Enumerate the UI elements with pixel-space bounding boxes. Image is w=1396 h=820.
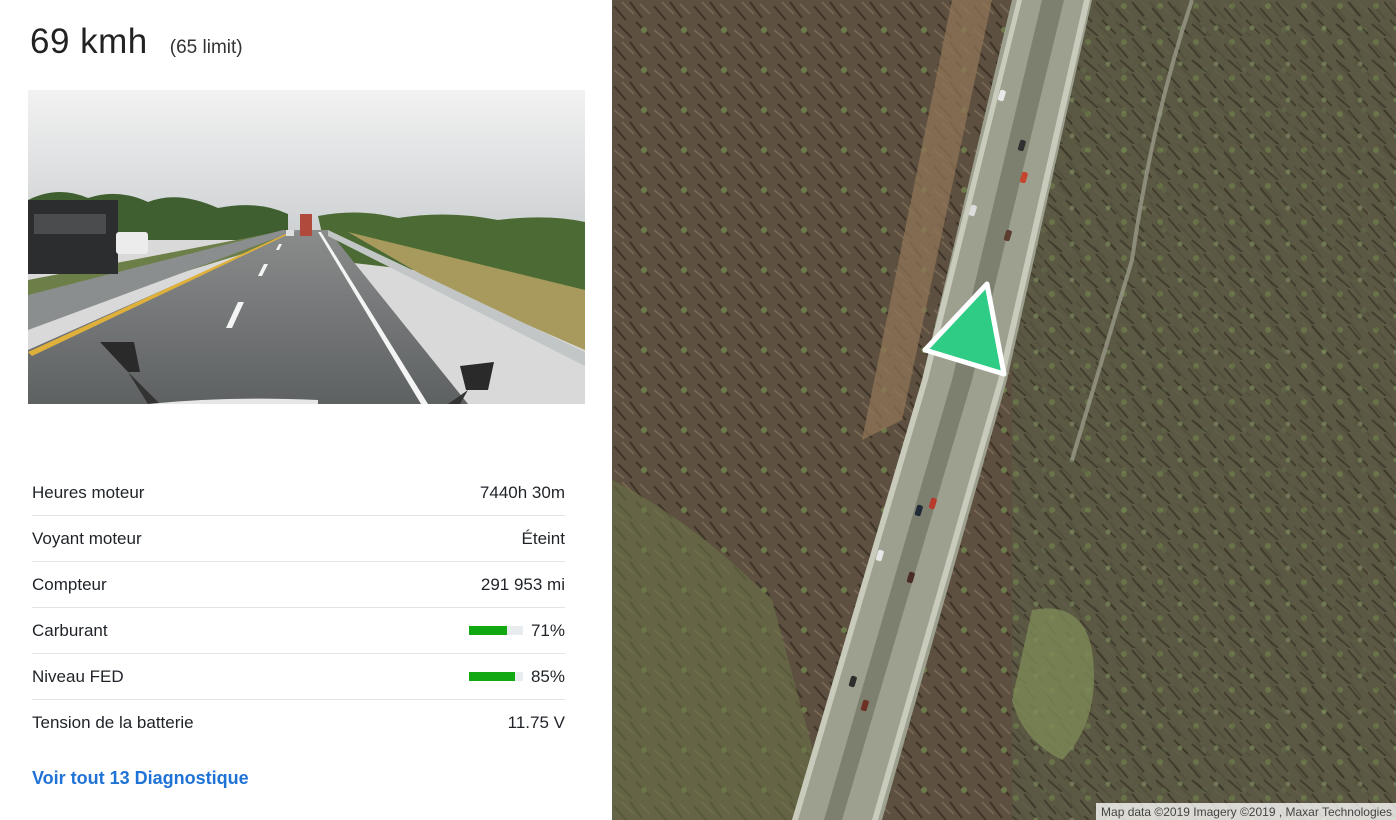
diagnostic-label: Tension de la batterie — [32, 712, 194, 732]
diagnostic-row-odometer: Compteur 291 953 mi — [32, 562, 565, 608]
fuel-gauge-bar — [468, 626, 523, 635]
satellite-map[interactable]: Map data ©2019 Imagery ©2019 , Maxar Tec… — [612, 0, 1396, 820]
diagnostic-value: 291 953 mi — [480, 574, 565, 594]
satellite-imagery — [612, 0, 1396, 820]
map-attribution: Map data ©2019 Imagery ©2019 , Maxar Tec… — [1096, 803, 1396, 820]
diagnostic-row-battery-voltage: Tension de la batterie 11.75 V — [32, 700, 565, 745]
dashcam-road-icon — [28, 90, 585, 404]
fuel-gauge-fill — [468, 626, 508, 635]
speed-readout: 69 kmh (65 limit) — [30, 22, 243, 62]
diagnostic-row-engine-light: Voyant moteur Éteint — [32, 516, 565, 562]
diagnostic-label: Niveau FED — [32, 666, 124, 686]
def-gauge-bar — [468, 672, 523, 681]
diagnostic-value: 7440h 30m — [479, 482, 565, 502]
view-all-diagnostics-link[interactable]: Voir tout 13 Diagnostique — [32, 768, 249, 789]
speed-limit: (65 limit) — [169, 37, 243, 58]
diagnostic-value: 71% — [530, 620, 565, 640]
diagnostics-table: Heures moteur 7440h 30m Voyant moteur Ét… — [32, 470, 565, 745]
dashcam-image[interactable] — [28, 90, 585, 404]
diagnostic-value: Éteint — [521, 528, 565, 548]
diagnostic-label: Compteur — [32, 574, 107, 594]
current-speed: 69 kmh — [30, 22, 148, 61]
diagnostic-label: Voyant moteur — [32, 528, 142, 548]
diagnostic-label: Heures moteur — [32, 482, 145, 502]
def-gauge-fill — [468, 672, 515, 681]
diagnostic-value: 85% — [530, 666, 565, 686]
diagnostic-label: Carburant — [32, 620, 108, 640]
diagnostic-value: 11.75 V — [507, 712, 565, 732]
vehicle-detail-panel: 69 kmh (65 limit) Heures moteur 7440h 30… — [0, 0, 612, 820]
diagnostic-row-engine-hours: Heures moteur 7440h 30m — [32, 470, 565, 516]
diagnostic-row-def-level: Niveau FED 85% — [32, 654, 565, 700]
diagnostic-row-fuel: Carburant 71% — [32, 608, 565, 654]
